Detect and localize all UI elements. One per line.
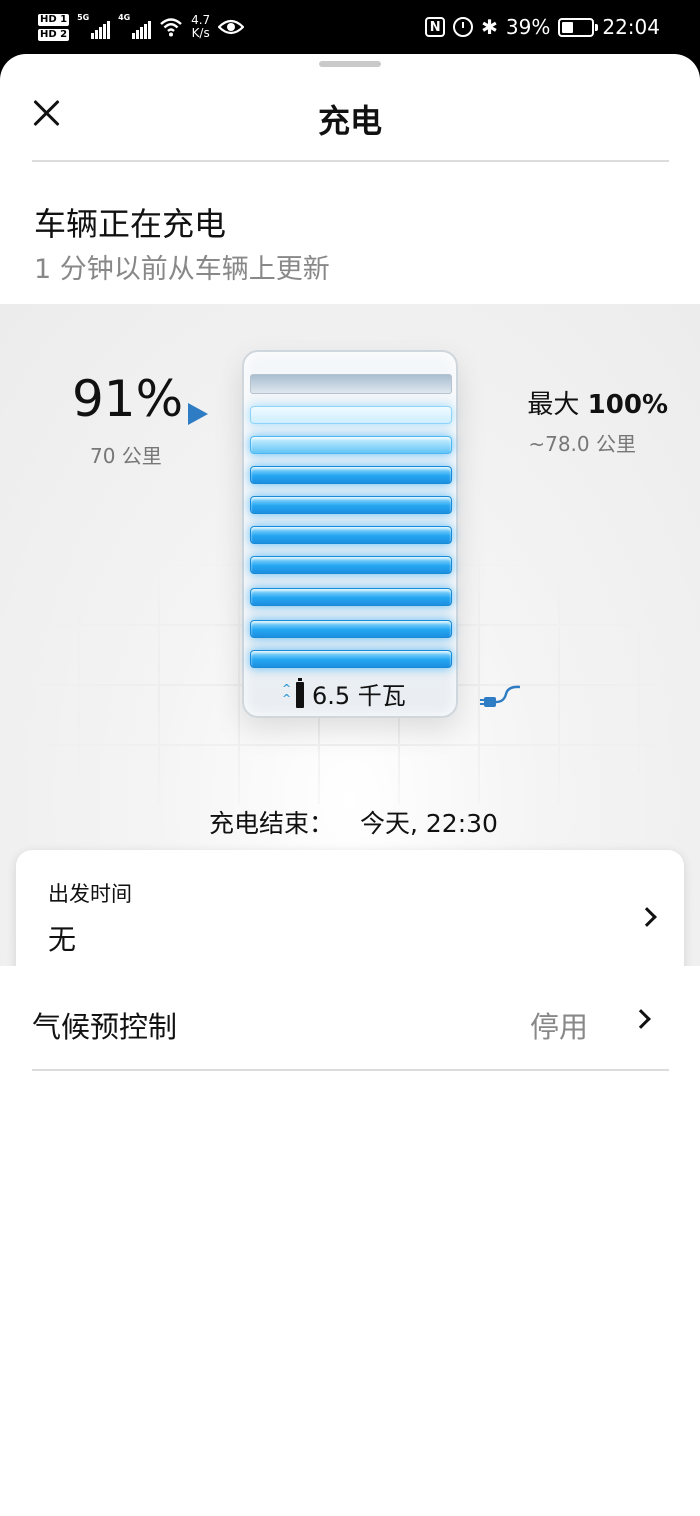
battery-level-bar xyxy=(250,526,452,544)
current-range: 70 公里 xyxy=(90,444,162,468)
plug-icon xyxy=(480,685,521,707)
chevron-right-icon xyxy=(637,907,657,927)
charging-sheet: 充电 车辆正在充电 1 分钟以前从车辆上更新 91% 70 公里 最大 100%… xyxy=(0,54,700,1516)
page-title: 充电 xyxy=(317,102,382,140)
alarm-icon xyxy=(453,17,474,37)
battery-percent-large: 91% xyxy=(72,370,184,428)
sheet-drag-handle[interactable] xyxy=(319,61,381,67)
max-range: ~78.0 公里 xyxy=(528,432,636,456)
charging-power-value: 6.5 千瓦 xyxy=(312,681,406,710)
climate-precontrol-status: 停用 xyxy=(529,1010,588,1044)
battery-level-bar xyxy=(250,556,452,574)
battery-level-bar xyxy=(250,496,452,514)
hd1-badge: HD 1 xyxy=(38,13,70,26)
battery-level-bar xyxy=(250,588,452,606)
max-charge-label[interactable]: 最大 100% xyxy=(527,384,668,421)
sim2-signal-icon: 4G xyxy=(118,13,152,39)
charging-visual-area: 91% 70 公里 最大 100% ~78.0 公里 ^ ^ 6.5 千瓦 充电… xyxy=(0,304,700,984)
charging-power: ^ ^ 6.5 千瓦 xyxy=(282,674,422,712)
battery-icon xyxy=(558,17,599,37)
departure-time-card[interactable]: 出发时间 无 xyxy=(16,850,684,984)
nfc-icon: N xyxy=(425,17,446,37)
climate-divider xyxy=(32,1069,669,1071)
battery-percent: 39% xyxy=(505,15,551,39)
departure-time-value: 无 xyxy=(48,923,77,956)
departure-time-label: 出发时间 xyxy=(48,882,132,906)
eye-comfort-icon xyxy=(218,19,245,35)
status-bar-right: N ✱ 39% 22:04 xyxy=(425,10,660,44)
charging-status-title: 车辆正在充电 xyxy=(34,205,227,243)
battery-level-bar xyxy=(250,466,452,484)
climate-precontrol-row[interactable]: 气候预控制 停用 xyxy=(0,966,700,1070)
battery-level-bar xyxy=(250,620,452,638)
network-speed: 4.7 K/s xyxy=(191,13,211,40)
charge-end-label: 充电结束： xyxy=(209,809,335,838)
wifi-icon xyxy=(160,18,182,37)
charging-power-icon: ^ ^ xyxy=(282,678,304,708)
climate-precontrol-label: 气候预控制 xyxy=(32,1010,178,1044)
battery-top-cap xyxy=(250,374,452,394)
status-bar: HD 1 HD 2 5G 4G 4.7 K/s N ✱ 39% 22:04 xyxy=(0,0,700,54)
hd-indicators: HD 1 HD 2 xyxy=(38,13,70,41)
battery-level-bar xyxy=(250,406,452,424)
sim1-signal-icon: 5G xyxy=(77,13,111,39)
chevron-right-icon xyxy=(631,1009,651,1029)
status-bar-left: HD 1 HD 2 5G 4G 4.7 K/s xyxy=(38,10,245,44)
charge-end-value: 今天, 22:30 xyxy=(360,809,498,838)
battery-level-bar xyxy=(250,436,452,454)
battery-graphic: ^ ^ 6.5 千瓦 xyxy=(242,350,458,718)
header-divider xyxy=(32,160,669,162)
play-arrow-icon xyxy=(188,403,208,425)
battery-level-bar xyxy=(250,650,452,668)
clock: 22:04 xyxy=(602,15,660,39)
bluetooth-icon: ✱ xyxy=(481,15,498,39)
charging-status-subtitle: 1 分钟以前从车辆上更新 xyxy=(34,254,330,285)
hd2-badge: HD 2 xyxy=(38,28,70,41)
